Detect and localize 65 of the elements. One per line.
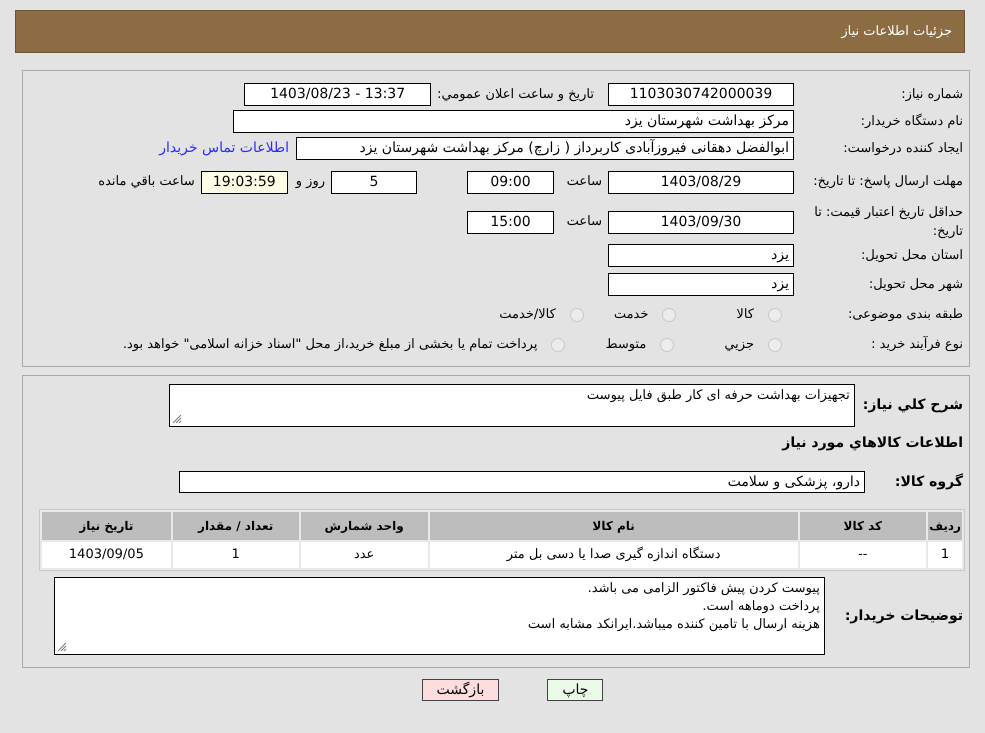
column-header: تعداد / مقدار: [172, 512, 299, 540]
field-label: شهر محل تحویل:: [868, 276, 964, 294]
remaining-time-field: 19:03:59: [200, 170, 288, 194]
column-header: ردیف: [928, 512, 962, 540]
creator-field: ابوالفضل دهقانی فیروزآبادی کاربرداز ( زارچ) مرکز بهداشت شهرستان یزد: [296, 137, 794, 160]
field-label: نام دستگاه خریدار:: [860, 112, 964, 131]
option-label: کالا: [736, 306, 754, 324]
field-label: مهلت ارسال پاسخ: تا تاریخ:: [812, 173, 964, 192]
page-title: جزئیات اطلاعات نیاز: [841, 22, 952, 41]
option-label: خدمت: [614, 306, 648, 324]
validity-date-field: 1403/09/30: [608, 210, 794, 234]
field-label: توضیحات خریدار:: [844, 606, 964, 626]
resize-grip-icon[interactable]: [172, 414, 182, 424]
table-cell: 1: [172, 542, 299, 568]
contact-link[interactable]: اطلاعات تماس خریدار: [159, 138, 289, 159]
column-header: نام کالا: [430, 512, 798, 540]
radio-button[interactable]: [570, 308, 584, 322]
table-cell: 1403/09/05: [42, 542, 171, 568]
deadline-time-field: 09:00: [467, 170, 554, 194]
column-header: کد کالا: [800, 512, 926, 540]
option-label: پرداخت تمام یا بخشی از مبلغ خرید،از محل "اسناد خزانه اسلامی" خواهد بود.: [122, 336, 538, 354]
time-label: ساعت: [566, 173, 602, 192]
option-label: متوسط: [605, 336, 646, 354]
buyer-field: مرکز بهداشت شهرستان یزد: [233, 110, 794, 133]
notes-line: پیوست کردن پیش فاکتور الزامی می باشد.: [586, 580, 820, 598]
deadline-date-field: 1403/08/29: [608, 170, 794, 194]
field-label: شرح کلي نیاز:: [862, 396, 964, 415]
remaining-label: ساعت باقي مانده: [98, 173, 195, 192]
radio-button[interactable]: [660, 338, 674, 352]
radio-button[interactable]: [551, 338, 566, 352]
back-button[interactable]: بازگشت: [422, 679, 500, 701]
city-field: یزد: [608, 273, 794, 296]
field-label: ایجاد کننده درخواست:: [842, 140, 964, 158]
column-header: واحد شمارش: [300, 512, 428, 540]
print-button[interactable]: چاپ: [547, 679, 604, 701]
field-label: طبقه بندی موضوعی:: [846, 306, 964, 324]
radio-button[interactable]: [768, 308, 782, 322]
field-label: شماره نیاز:: [900, 86, 964, 104]
notes-line: هزینه ارسال با تامین کننده میباشد.ایرانکد مشابه است: [526, 616, 820, 634]
option-label: جزيي: [724, 336, 754, 354]
field-label: تاریخ و ساعت اعلان عمومي:: [437, 86, 594, 104]
section-heading: اطلاعات کالاهاي مورد نياز: [782, 434, 964, 452]
notes-line: پرداخت دوماهه است.: [701, 598, 820, 616]
table-cell: --: [800, 542, 926, 568]
field-label: گروه کالا:: [894, 472, 964, 492]
table-cell: 1: [928, 542, 962, 568]
resize-grip-icon[interactable]: [56, 642, 67, 652]
days-label: روز و: [296, 173, 325, 192]
days-field: 5: [331, 170, 417, 194]
radio-button[interactable]: [768, 338, 782, 352]
table-cell: عدد: [300, 542, 428, 568]
radio-button[interactable]: [662, 308, 676, 322]
need-number-field: 1103030742000039: [608, 83, 794, 106]
column-header: تاریخ نیاز: [42, 512, 171, 540]
field-label: نوع فرآیند خرید :: [870, 335, 964, 354]
option-label: کالا/خدمت: [499, 306, 556, 324]
field-label: استان محل تحویل:: [860, 246, 964, 265]
description-text: تجهیزات بهداشت حرفه ای کار طبق فایل پیوست: [586, 388, 850, 403]
announce-date-field: 1403/08/23 - 13:37: [244, 83, 432, 106]
validity-time-field: 15:00: [467, 210, 554, 234]
field-label: حداقل تاریخ اعتبار قیمت: تا تاریخ:: [813, 204, 964, 241]
goods-group-field: دارو، پزشکی و سلامت: [179, 471, 865, 493]
province-field: یزد: [608, 244, 794, 267]
table-cell: دستگاه اندازه گیری صدا یا دسی بل متر: [430, 542, 798, 568]
time-label: ساعت: [566, 213, 602, 232]
